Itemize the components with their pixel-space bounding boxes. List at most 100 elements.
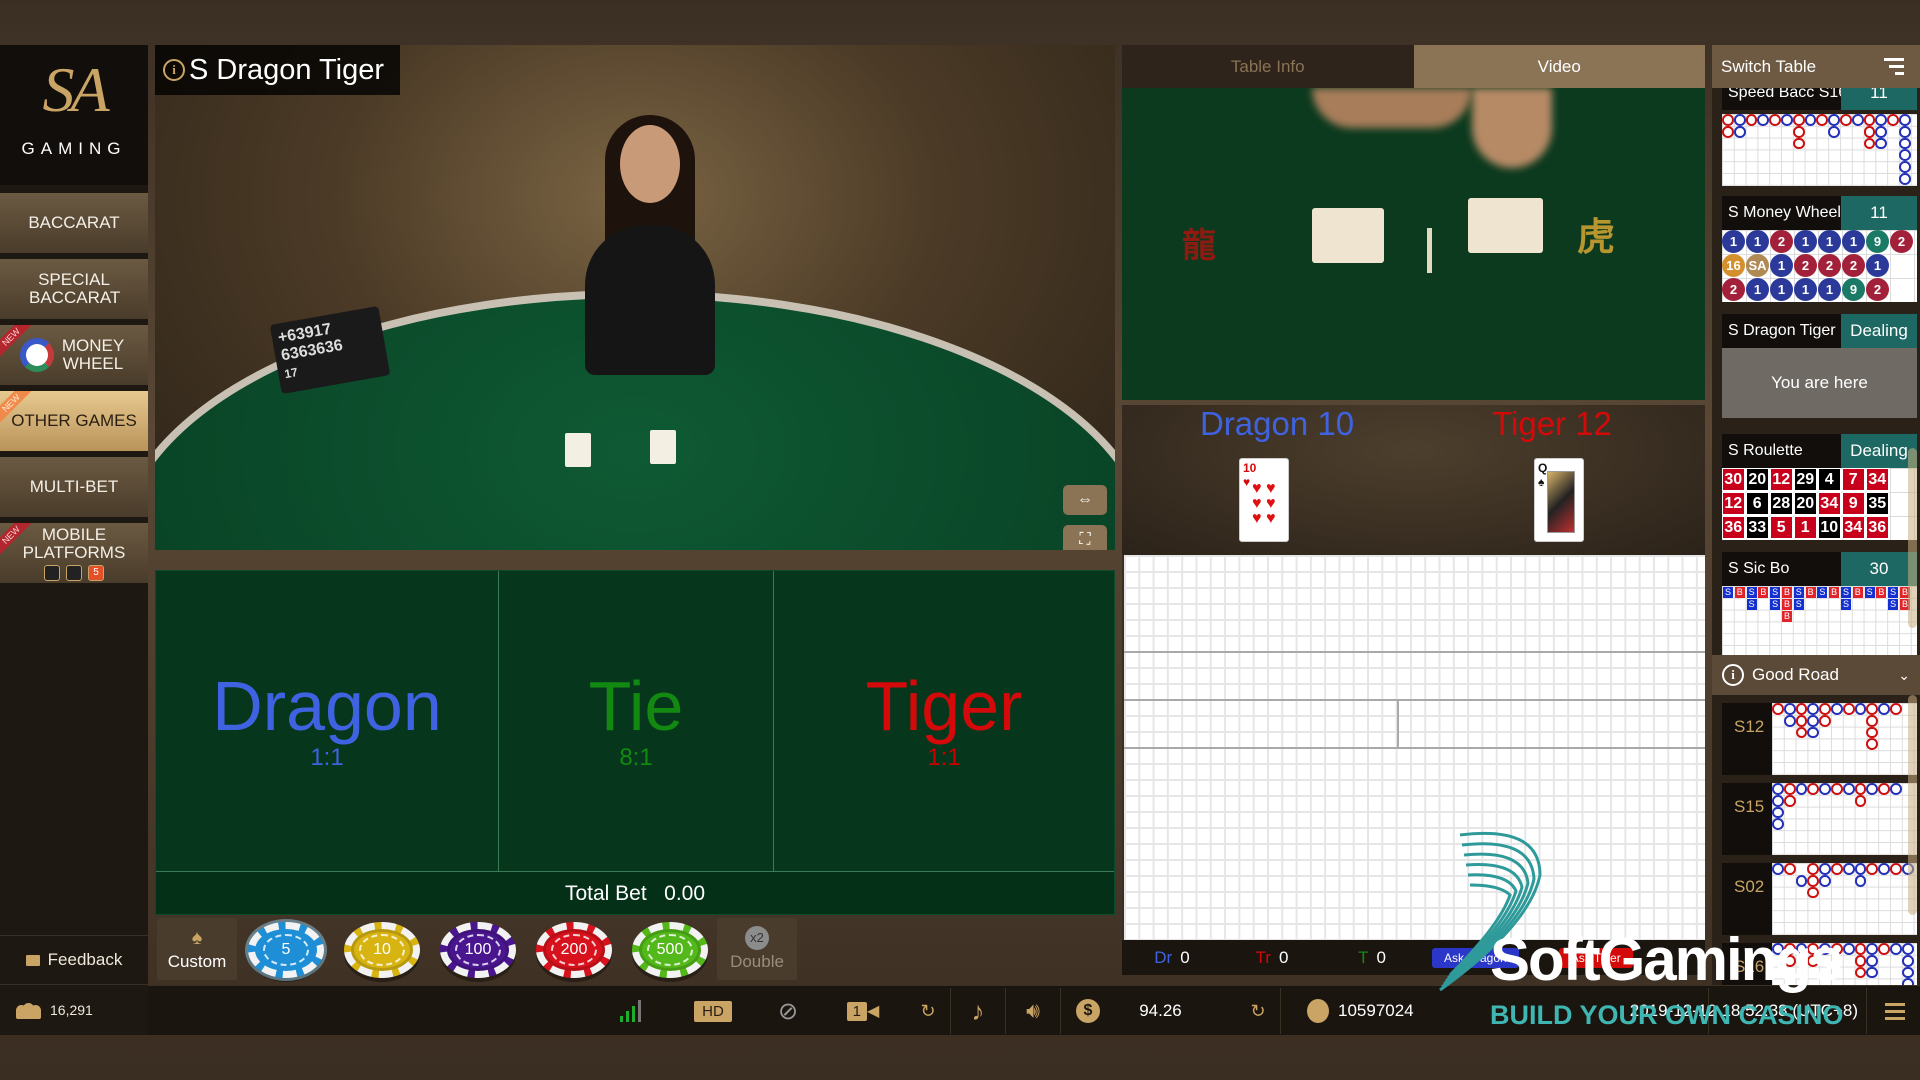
ask-dragon-button[interactable]: Ask Dragon (1432, 947, 1519, 968)
sa-gaming-logo[interactable]: SA GAMING (0, 45, 148, 185)
good-road-header[interactable]: i Good Road ⌄ (1712, 655, 1920, 695)
money-wheel-results[interactable]: 1 1 2 1 1 1 9 2 16 SA 1 2 2 2 1 2 1 1 1 1 9 2 (1722, 230, 1917, 302)
sidebar-item-special-baccarat[interactable]: SPECIAL BACCARAT (0, 259, 148, 319)
table-item-speed-bacc-s16[interactable]: Speed Bacc S16 11 (1722, 88, 1917, 110)
main-menu-button[interactable] (1870, 986, 1920, 1036)
live-video-stream: +63917 6363636 17 ⇔ ⛶ (155, 45, 1115, 550)
money-wheel-icon (20, 338, 54, 372)
tab-table-info[interactable]: Table Info (1122, 45, 1414, 88)
table-list-scrollbar[interactable] (1908, 448, 1917, 628)
road-bead (1781, 114, 1793, 126)
road-bead (1772, 863, 1784, 875)
big-eye-road-divider (1124, 651, 1705, 653)
feedback-button[interactable]: Feedback (0, 935, 148, 985)
close-up-video: 龍 虎 (1122, 88, 1705, 400)
good-road-item[interactable]: S15 (1722, 783, 1917, 855)
table-item-money-wheel[interactable]: S Money Wheel 11 (1722, 196, 1917, 230)
road-bead (1816, 114, 1829, 126)
road-bead (1875, 137, 1888, 150)
road-bead (1819, 714, 1831, 727)
road-bead (1807, 703, 1820, 715)
game-title-bar: i S Dragon Tiger (155, 45, 401, 95)
sicbo-result: S (1841, 598, 1851, 610)
wheel-result: 9 (1866, 230, 1889, 253)
roulette-result: 20 (1794, 492, 1817, 515)
chip-100[interactable]: 100 (440, 922, 516, 978)
table-item-dragon-tiger[interactable]: S Dragon Tiger Dealing (1722, 314, 1917, 348)
road-bead (1807, 954, 1820, 967)
road-bead (1866, 943, 1879, 955)
roulette-result: 36 (1722, 516, 1745, 539)
road-bead (1878, 943, 1890, 955)
road-bead (1819, 874, 1831, 887)
road-bead (1783, 703, 1796, 715)
video-off-button[interactable]: ⊘ (763, 986, 813, 1036)
good-road-item[interactable]: S16 (1722, 943, 1917, 985)
ask-tiger-button[interactable]: Ask Tiger (1558, 947, 1633, 968)
table-item-roulette[interactable]: S Roulette Dealing (1722, 434, 1917, 468)
road-bead (1733, 125, 1746, 138)
video-quality-button[interactable]: HD (683, 986, 743, 1036)
wheel-result: 2 (1890, 230, 1913, 253)
roulette-results[interactable]: 30 20 12 29 4 7 34 12 6 28 20 34 9 35 36 33 5 1 10 34 36 (1722, 468, 1917, 540)
double-button[interactable]: x2 Double (717, 918, 797, 980)
info-icon[interactable]: i (163, 59, 185, 81)
sicbo-result: S (1723, 587, 1733, 598)
good-road-scrollbar[interactable] (1908, 695, 1917, 915)
datetime: 2019-12-12 18:52:38 (UTC+8) (1629, 1001, 1858, 1020)
road-bead (1795, 874, 1808, 887)
sound-button[interactable]: 🔊︎ (1008, 986, 1058, 1036)
road-bead (1807, 726, 1820, 739)
user-icon (1307, 999, 1329, 1023)
road-bead (1878, 703, 1890, 715)
tab-video[interactable]: Video (1413, 45, 1705, 88)
chip-200[interactable]: 200 (536, 922, 612, 978)
table-item-sic-bo[interactable]: S Sic Bo 30 (1722, 552, 1917, 586)
good-road-item[interactable]: S02 (1722, 863, 1917, 935)
tiger-card-video (1468, 198, 1543, 253)
road-bead (1807, 714, 1820, 727)
refresh-video-button[interactable]: ↻ (908, 986, 948, 1036)
roulette-result: 6 (1746, 492, 1769, 515)
sidebar-item-baccarat[interactable]: BACCARAT (0, 193, 148, 253)
chip-500[interactable]: 500 (632, 922, 708, 978)
balance-value: 94.26 (1139, 1001, 1182, 1020)
bead-road-s16[interactable] (1722, 114, 1917, 186)
roulette-result: 1 (1794, 516, 1817, 539)
info-tabs: Table Info Video (1122, 45, 1705, 88)
road-bead (1842, 943, 1855, 955)
sidebar-item-multi-bet[interactable]: MULTI-BET (0, 457, 148, 517)
road-bead (1854, 783, 1867, 795)
camera-switch-button[interactable]: 1 ◀ (833, 986, 893, 1036)
road-bead (1722, 114, 1734, 126)
sort-icon[interactable] (1884, 58, 1904, 75)
chip-5[interactable]: 5 (248, 922, 324, 978)
dragon-table-mark: 龍 (1182, 228, 1216, 265)
bet-spot-dragon[interactable]: Dragon 1:1 (156, 571, 499, 871)
fullscreen-button[interactable]: ⛶ (1063, 525, 1107, 550)
video-toggle-button[interactable]: ⇔ (1063, 485, 1107, 515)
chip-10[interactable]: 10 (344, 922, 420, 978)
sicbo-result: S (1841, 587, 1851, 598)
hd-badge: HD (694, 1000, 732, 1022)
user-id: 10597024 (1338, 1001, 1414, 1020)
sidebar-item-money-wheel[interactable]: NEW MONEY WHEEL (0, 325, 148, 385)
bet-spot-tiger[interactable]: Tiger 1:1 (774, 571, 1114, 871)
sicbo-result: B (1782, 587, 1792, 598)
good-road-item[interactable]: S12 (1722, 703, 1917, 775)
bet-spot-tie[interactable]: Tie 8:1 (499, 571, 774, 871)
road-bead (1866, 714, 1879, 727)
sidebar-item-other-games[interactable]: NEW OTHER GAMES (0, 391, 148, 451)
refresh-balance-button[interactable]: ↻ (1238, 986, 1278, 1036)
sicbo-result: S (1770, 587, 1781, 598)
custom-chip-button[interactable]: ♠ Custom (157, 918, 237, 980)
apple-icon (44, 564, 60, 581)
sic-bo-results[interactable]: SBSBSBSBSBSBSBSBSSBSSSBB (1722, 586, 1917, 658)
sicbo-result: S (1746, 598, 1757, 610)
wheel-result: 2 (1770, 230, 1793, 253)
sicbo-result: S (1864, 587, 1875, 598)
music-button[interactable]: ♪ (953, 986, 1003, 1036)
sidebar-item-mobile-platforms[interactable]: NEW MOBILE PLATFORMS 5 (0, 523, 148, 583)
road-bead (1875, 125, 1888, 138)
you-are-here-label: You are here (1722, 348, 1917, 418)
